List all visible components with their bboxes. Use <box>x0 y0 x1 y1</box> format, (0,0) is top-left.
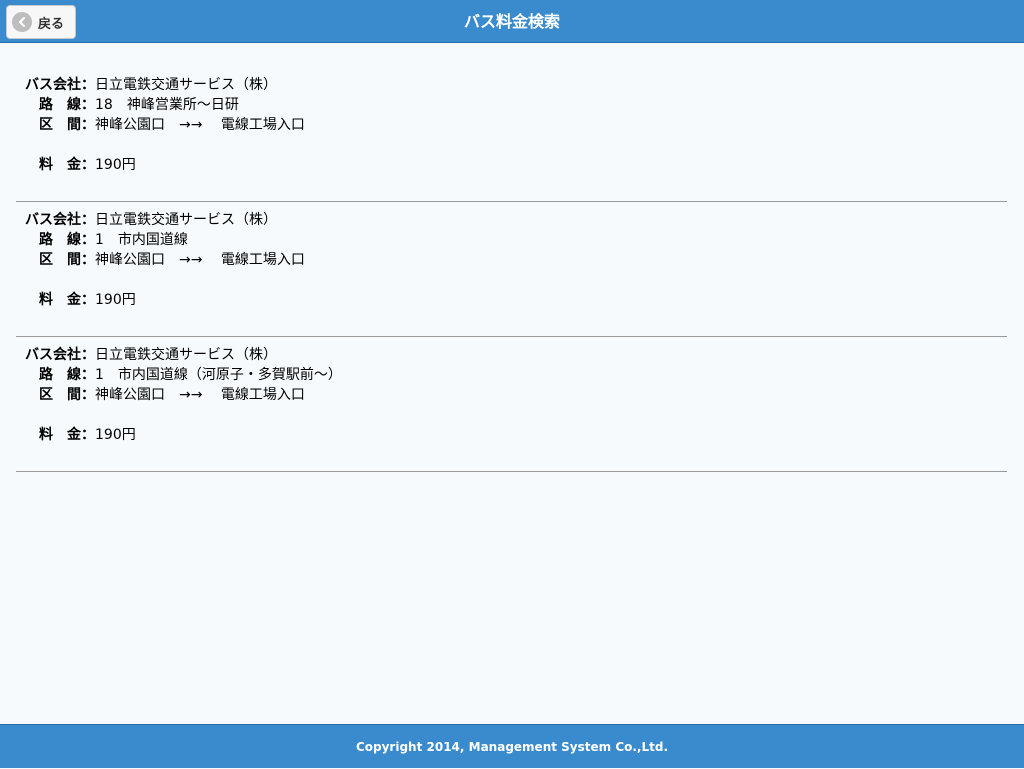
fare-value: 190円 <box>95 292 136 308</box>
section-row: 区 間： 神峰公園口 →→ 電線工場入口 <box>16 115 1007 135</box>
company-value: 日立電鉄交通サービス（株） <box>95 77 277 93</box>
fare-row: 料 金： 190円 <box>16 425 1007 445</box>
result-item: バス会社： 日立電鉄交通サービス（株） 路 線： 1 市内国道線（河原子・多賀駅… <box>16 345 1007 472</box>
fare-label: 料 金： <box>39 157 95 173</box>
company-row: バス会社： 日立電鉄交通サービス（株） <box>16 345 1007 365</box>
header-bar: バス料金検索 戻る <box>0 0 1024 43</box>
company-value: 日立電鉄交通サービス（株） <box>95 212 277 228</box>
route-value: 18 神峰営業所〜日研 <box>95 97 239 113</box>
fare-row: 料 金： 190円 <box>16 290 1007 310</box>
route-value: 1 市内国道線（河原子・多賀駅前〜） <box>95 367 342 383</box>
company-row: バス会社： 日立電鉄交通サービス（株） <box>16 210 1007 230</box>
back-button-label: 戻る <box>38 16 65 32</box>
route-row: 路 線： 18 神峰営業所〜日研 <box>16 95 1007 115</box>
fare-value: 190円 <box>95 157 136 173</box>
route-value: 1 市内国道線 <box>95 232 188 248</box>
section-value: 神峰公園口 →→ 電線工場入口 <box>95 387 305 403</box>
company-label: バス会社： <box>25 347 95 363</box>
company-value: 日立電鉄交通サービス（株） <box>95 347 277 363</box>
fare-label: 料 金： <box>39 427 95 443</box>
result-item: バス会社： 日立電鉄交通サービス（株） 路 線： 18 神峰営業所〜日研 区 間… <box>16 75 1007 202</box>
route-row: 路 線： 1 市内国道線（河原子・多賀駅前〜） <box>16 365 1007 385</box>
fare-value: 190円 <box>95 427 136 443</box>
result-item: バス会社： 日立電鉄交通サービス（株） 路 線： 1 市内国道線 区 間： 神峰… <box>16 210 1007 337</box>
results-list: バス会社： 日立電鉄交通サービス（株） 路 線： 18 神峰営業所〜日研 区 間… <box>16 75 1007 472</box>
section-label: 区 間： <box>39 387 95 403</box>
company-row: バス会社： 日立電鉄交通サービス（株） <box>16 75 1007 95</box>
chevron-left-icon <box>12 12 32 32</box>
section-row: 区 間： 神峰公園口 →→ 電線工場入口 <box>16 250 1007 270</box>
page-title: バス料金検索 <box>463 12 560 31</box>
footer-bar: Copyright 2014, Management System Co.,Lt… <box>0 724 1024 768</box>
section-label: 区 間： <box>39 117 95 133</box>
route-row: 路 線： 1 市内国道線 <box>16 230 1007 250</box>
section-value: 神峰公園口 →→ 電線工場入口 <box>95 252 305 268</box>
route-label: 路 線： <box>39 232 95 248</box>
section-label: 区 間： <box>39 252 95 268</box>
route-label: 路 線： <box>39 367 95 383</box>
back-button[interactable]: 戻る <box>6 5 76 39</box>
section-value: 神峰公園口 →→ 電線工場入口 <box>95 117 305 133</box>
company-label: バス会社： <box>25 77 95 93</box>
company-label: バス会社： <box>25 212 95 228</box>
fare-label: 料 金： <box>39 292 95 308</box>
copyright-text: Copyright 2014, Management System Co.,Lt… <box>355 740 669 754</box>
section-row: 区 間： 神峰公園口 →→ 電線工場入口 <box>16 385 1007 405</box>
fare-row: 料 金： 190円 <box>16 155 1007 175</box>
route-label: 路 線： <box>39 97 95 113</box>
